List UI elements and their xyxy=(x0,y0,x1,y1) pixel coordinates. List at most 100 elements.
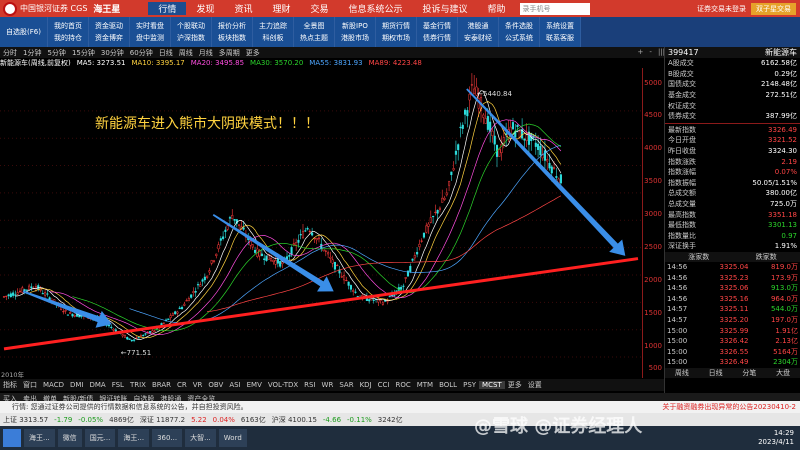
toolbar-button[interactable]: 盘中监测 xyxy=(136,32,164,44)
indicator-tab[interactable]: EMV xyxy=(244,381,265,389)
indicator-tab[interactable]: 指标 xyxy=(0,380,20,390)
toolbar-button[interactable]: 联系客服 xyxy=(546,32,574,44)
period-tab[interactable]: 周线 xyxy=(176,48,196,58)
menu-item[interactable]: 发现 xyxy=(186,2,224,15)
menu-item[interactable]: 行情 xyxy=(148,2,187,15)
panel-subtab[interactable]: 周线 xyxy=(675,368,689,378)
indicator-tab[interactable]: OBV xyxy=(205,381,226,389)
panel-subtab[interactable]: 日线 xyxy=(709,368,723,378)
menu-item[interactable]: 帮助 xyxy=(478,2,516,15)
toolbar-button[interactable]: 资金博弈 xyxy=(95,32,123,44)
toolbar-button[interactable]: 我的持仓 xyxy=(54,32,82,44)
candle-body xyxy=(438,207,441,210)
toolbar-button[interactable]: 期权市场 xyxy=(382,32,410,44)
menu-item[interactable]: 理财 xyxy=(262,2,300,15)
search-input[interactable]: 录手机号 xyxy=(519,2,590,15)
indicator-tab[interactable]: MTM xyxy=(414,381,436,389)
y-axis: 5000 4500 4000 3500 3000 2500 2000 1500 1000 500 xyxy=(642,68,664,378)
toolbar-button[interactable]: 实时看盘 xyxy=(136,20,164,32)
toolbar-button[interactable]: 债券行情 xyxy=(423,32,451,44)
menu-item[interactable]: 投诉与建议 xyxy=(413,2,478,15)
toolbar-button[interactable]: 自选股(F6) xyxy=(6,26,41,38)
period-tab[interactable]: 分时 xyxy=(0,48,20,58)
period-tab[interactable]: 多周期 xyxy=(216,48,243,58)
indicator-tab[interactable]: 更多 xyxy=(505,380,525,390)
indicator-tab[interactable]: ROC xyxy=(392,381,413,389)
indicator-tab[interactable]: 设置 xyxy=(525,380,545,390)
taskbar-app[interactable]: 微信 xyxy=(57,429,82,447)
period-tab[interactable]: 日线 xyxy=(156,48,176,58)
toolbar-button[interactable]: 港股通 xyxy=(467,20,488,32)
toolbar-button[interactable]: 板块指数 xyxy=(218,32,246,44)
toolbar-button[interactable]: 资金驱动 xyxy=(95,20,123,32)
news-ticker[interactable]: 关于融资融券出现异常的公告20230410-2 xyxy=(658,402,800,412)
indicator-tab[interactable]: RSI xyxy=(301,381,318,389)
index-quote-item: 3242亿 xyxy=(377,415,403,424)
indicator-tab[interactable]: MCST xyxy=(479,381,505,389)
menu-item[interactable]: 信息系统公示 xyxy=(339,2,413,15)
period-tab[interactable]: 5分钟 xyxy=(44,48,68,58)
indicator-tab[interactable]: PSY xyxy=(460,381,479,389)
period-tab[interactable]: 60分钟 xyxy=(127,48,156,58)
period-tab[interactable]: 1分钟 xyxy=(20,48,44,58)
toolbar-button[interactable]: 全景图 xyxy=(303,20,324,32)
toolbar-button[interactable]: 公式系统 xyxy=(505,32,533,44)
period-tab[interactable]: 30分钟 xyxy=(98,48,127,58)
indicator-tab[interactable]: MACD xyxy=(40,381,67,389)
toolbar-button[interactable]: 个股联动 xyxy=(177,20,205,32)
indicator-tab[interactable]: SAR xyxy=(336,381,356,389)
taskbar-app[interactable]: 海王... xyxy=(24,429,55,447)
toolbar-button[interactable]: 沪深指数 xyxy=(177,32,205,44)
chart-tool-button[interactable]: + xyxy=(635,48,647,58)
indicator-tab[interactable]: CCI xyxy=(375,381,393,389)
indicator-tab[interactable]: WR xyxy=(319,381,337,389)
taskbar-app[interactable]: 国元... xyxy=(84,429,116,447)
chart-tool-button[interactable]: - xyxy=(646,48,655,58)
stat-row: 指数量比 0.97 xyxy=(665,231,800,242)
toolbar-button[interactable]: 条件选股 xyxy=(505,20,533,32)
period-tab[interactable]: 更多 xyxy=(243,48,263,58)
indicator-tab[interactable]: DMA xyxy=(86,381,108,389)
taskbar-clock: 14:29 2023/4/11 xyxy=(758,429,800,447)
menu-item[interactable]: 交易 xyxy=(300,2,338,15)
indicator-tab[interactable]: VOL-TDX xyxy=(265,381,301,389)
indicator-tab[interactable]: KDJ xyxy=(357,381,375,389)
toolbar-button[interactable]: 新股IPO xyxy=(342,20,368,32)
period-tab[interactable]: 月线 xyxy=(196,48,216,58)
toolbar-button[interactable]: 主力追踪 xyxy=(259,20,287,32)
indicator-tab[interactable]: FSL xyxy=(109,381,127,389)
indicator-tab[interactable]: BRAR xyxy=(149,381,174,389)
toolbar-button[interactable]: 期货行情 xyxy=(382,20,410,32)
indicator-tab[interactable]: 窗口 xyxy=(20,380,40,390)
toolbar-group: 资金驱动 资金博弈 xyxy=(88,17,130,47)
toolbar-button[interactable]: 我的首页 xyxy=(54,20,82,32)
candle-body xyxy=(539,145,542,156)
period-tab[interactable]: 15分钟 xyxy=(69,48,98,58)
windows-start-icon[interactable] xyxy=(3,429,21,447)
toolbar-button[interactable]: 基金行情 xyxy=(423,20,451,32)
taskbar-app[interactable]: 海王... xyxy=(118,429,150,447)
panel-subtab[interactable]: 分笔 xyxy=(742,368,756,378)
candle-body xyxy=(153,330,156,332)
indicator-tab[interactable]: CR xyxy=(174,381,190,389)
toolbar-button[interactable]: 系统设置 xyxy=(546,20,574,32)
taskbar-app[interactable]: Word xyxy=(218,429,247,447)
indicator-tab[interactable]: DMI xyxy=(67,381,87,389)
indicator-tab[interactable]: BOLL xyxy=(436,381,460,389)
toolbar-button[interactable]: 报价分析 xyxy=(218,20,246,32)
toolbar-button[interactable]: 安泰财经 xyxy=(464,32,492,44)
toolbar-button[interactable]: 港股市场 xyxy=(341,32,369,44)
indicator-tab[interactable]: ASI xyxy=(226,381,243,389)
menu-item[interactable]: 资讯 xyxy=(224,2,262,15)
taskbar-app[interactable]: 360... xyxy=(152,429,183,447)
twin-star-trade-button[interactable]: 双子星交易 xyxy=(751,2,796,15)
toolbar-button[interactable]: 热点主题 xyxy=(300,32,328,44)
toolbar-button[interactable]: 科创板 xyxy=(262,32,283,44)
login-status[interactable]: 证券交易未登录 xyxy=(697,4,746,14)
panel-subtab[interactable]: 大盘 xyxy=(776,368,790,378)
indicator-tab[interactable]: VR xyxy=(190,381,206,389)
candle-body xyxy=(16,292,19,295)
indicator-tab[interactable]: TRIX xyxy=(127,381,149,389)
taskbar-app[interactable]: 大智... xyxy=(185,429,216,447)
price-chart[interactable]: 新能源车进入熊市大阴跌模式！！！ ←5440.84 ←771.51 2010年 xyxy=(0,68,642,378)
